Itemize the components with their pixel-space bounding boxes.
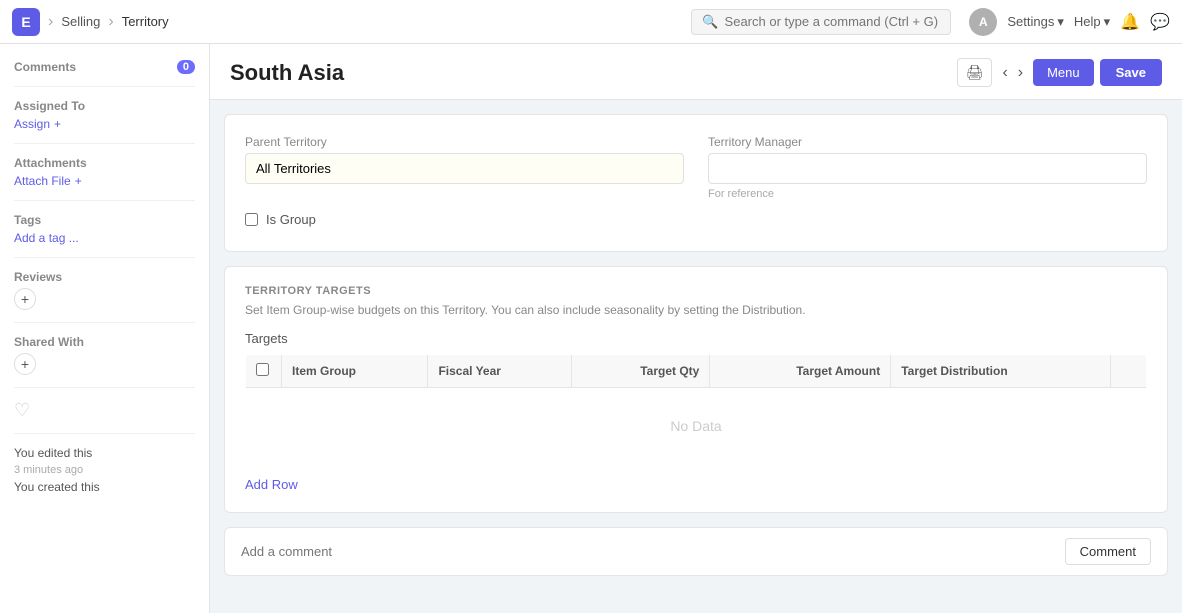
col-actions [1110, 355, 1146, 388]
sidebar-tags-section: Tags Add a tag ... [14, 213, 195, 245]
is-group-label: Is Group [266, 212, 316, 227]
activity-section: You edited this 3 minutes ago You create… [14, 446, 195, 494]
targets-label: Targets [245, 331, 1147, 346]
main-content: South Asia 🖨 ‹ › Menu Save Parent Territ… [210, 44, 1182, 613]
avatar: A [969, 8, 997, 36]
divider-3 [14, 200, 195, 201]
activity-1-time: 3 minutes ago [14, 464, 195, 476]
nav-sep-2: › [108, 13, 113, 31]
divider-2 [14, 143, 195, 144]
form-card: Parent Territory Territory Manager For r… [224, 114, 1168, 252]
targets-heading: TERRITORY TARGETS [245, 285, 1147, 297]
heart-icon[interactable]: ♡ [14, 400, 195, 421]
notification-icon[interactable]: 🔔 [1120, 12, 1140, 32]
col-target-qty: Target Qty [572, 355, 710, 388]
tags-label: Tags [14, 213, 195, 227]
form-row-1: Parent Territory Territory Manager For r… [245, 135, 1147, 200]
search-input[interactable] [725, 14, 941, 29]
col-item-group: Item Group [282, 355, 428, 388]
is-group-row: Is Group [245, 212, 1147, 227]
comments-label: Comments 0 [14, 60, 195, 74]
parent-territory-col: Parent Territory [245, 135, 684, 200]
divider-4 [14, 257, 195, 258]
app-logo: E [12, 8, 40, 36]
header-actions: 🖨 ‹ › Menu Save [957, 58, 1162, 87]
reviews-label: Reviews [14, 270, 195, 284]
col-target-amount: Target Amount [710, 355, 891, 388]
comment-button[interactable]: Comment [1065, 538, 1151, 565]
attach-plus-icon: + [75, 174, 82, 188]
sidebar-reviews-section: Reviews + [14, 270, 195, 310]
table-empty-row: No Data [246, 388, 1147, 465]
chat-icon[interactable]: 💬 [1150, 12, 1170, 32]
reviews-add-button[interactable]: + [14, 288, 36, 310]
col-fiscal-year: Fiscal Year [428, 355, 572, 388]
sidebar-assigned-section: Assigned To Assign + [14, 99, 195, 131]
parent-territory-input[interactable] [245, 153, 684, 184]
is-group-checkbox[interactable] [245, 213, 258, 226]
activity-2-text: You created this [14, 480, 195, 494]
comments-count: 0 [177, 60, 195, 74]
comment-input[interactable] [241, 544, 1065, 559]
for-reference-hint: For reference [708, 188, 1147, 200]
territory-manager-label: Territory Manager [708, 135, 1147, 149]
activity-1-text: You edited this [14, 446, 195, 460]
search-icon: 🔍 [702, 14, 718, 30]
sidebar-comments-section: Comments 0 [14, 60, 195, 74]
save-button[interactable]: Save [1100, 59, 1162, 86]
settings-button[interactable]: Settings ▾ [1007, 14, 1064, 30]
col-target-distribution: Target Distribution [891, 355, 1111, 388]
nav-sep-1: › [48, 13, 53, 31]
page-header: South Asia 🖨 ‹ › Menu Save [210, 44, 1182, 100]
page-title: South Asia [230, 60, 344, 86]
print-button[interactable]: 🖨 [957, 58, 993, 87]
add-row-button[interactable]: Add Row [245, 477, 298, 492]
nav-arrows: ‹ › [998, 60, 1027, 86]
col-checkbox [246, 355, 282, 388]
attachments-label: Attachments [14, 156, 195, 170]
sidebar-attachments-section: Attachments Attach File + [14, 156, 195, 188]
table-header-row: Item Group Fiscal Year Target Qty Target… [246, 355, 1147, 388]
divider-6 [14, 387, 195, 388]
prev-button[interactable]: ‹ [998, 60, 1011, 86]
divider-1 [14, 86, 195, 87]
comment-bar: Comment [224, 527, 1168, 576]
targets-card: TERRITORY TARGETS Set Item Group-wise bu… [224, 266, 1168, 513]
targets-table: Item Group Fiscal Year Target Qty Target… [245, 354, 1147, 465]
no-data-cell: No Data [246, 388, 1147, 465]
sidebar: Comments 0 Assigned To Assign + Attachme… [0, 44, 210, 613]
sidebar-shared-section: Shared With + [14, 335, 195, 375]
add-tag-link[interactable]: Add a tag ... [14, 231, 195, 245]
divider-5 [14, 322, 195, 323]
attach-file-link[interactable]: Attach File + [14, 174, 195, 188]
targets-desc: Set Item Group-wise budgets on this Terr… [245, 303, 1147, 317]
shared-with-label: Shared With [14, 335, 195, 349]
parent-territory-label: Parent Territory [245, 135, 684, 149]
search-bar[interactable]: 🔍 [691, 9, 951, 35]
territory-manager-col: Territory Manager For reference [708, 135, 1147, 200]
divider-7 [14, 433, 195, 434]
help-button[interactable]: Help ▾ [1074, 14, 1110, 30]
breadcrumb-selling[interactable]: Selling [61, 14, 100, 29]
shared-add-button[interactable]: + [14, 353, 36, 375]
page-body: Comments 0 Assigned To Assign + Attachme… [0, 44, 1182, 613]
topnav-right: A Settings ▾ Help ▾ 🔔 💬 [969, 8, 1170, 36]
assigned-to-label: Assigned To [14, 99, 195, 113]
select-all-checkbox[interactable] [256, 363, 269, 376]
menu-button[interactable]: Menu [1033, 59, 1094, 86]
next-button[interactable]: › [1014, 60, 1027, 86]
assign-plus-icon: + [54, 117, 61, 131]
breadcrumb-territory: Territory [122, 14, 169, 29]
topnav: E › Selling › Territory 🔍 A Settings ▾ H… [0, 0, 1182, 44]
assign-link[interactable]: Assign + [14, 117, 195, 131]
territory-manager-input[interactable] [708, 153, 1147, 184]
